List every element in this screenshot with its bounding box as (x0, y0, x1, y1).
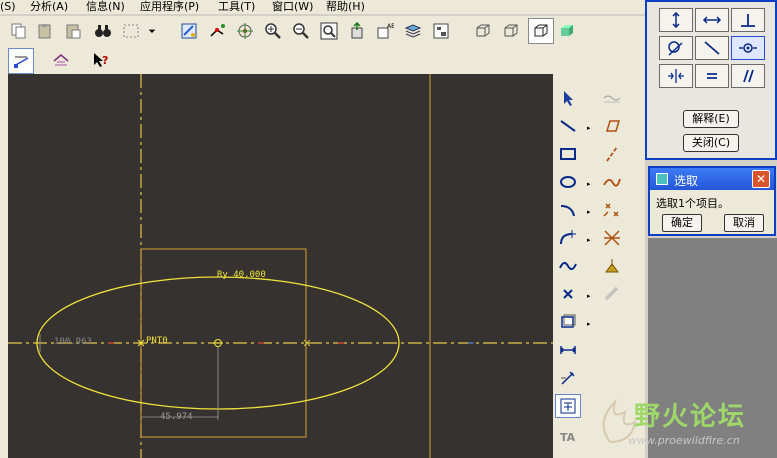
watermark: 野火论坛 www.proewildfire.cn (590, 392, 777, 458)
main-toolbar: AB (0, 16, 645, 46)
palette-icon[interactable] (599, 254, 625, 278)
select-dialog: 选取 ✕ 选取1个项目。 确定 取消 (648, 166, 776, 236)
binoculars-icon[interactable] (92, 20, 114, 42)
zoom-in-icon[interactable] (262, 20, 284, 42)
midpoint-constraint-button[interactable] (695, 36, 729, 60)
trim-icon[interactable] (599, 198, 625, 222)
modify-icon[interactable] (555, 366, 581, 390)
menu-analysis[interactable]: 分析(A) (30, 0, 68, 14)
explain-button[interactable]: 解释(E) (683, 110, 739, 128)
no-hidden-icon[interactable] (528, 18, 554, 44)
sketch-canvas[interactable]: Ry 40.000 100.963 PNT0 45.974 (8, 74, 553, 458)
regenerate-icon[interactable] (178, 20, 200, 42)
point-icon[interactable] (555, 282, 581, 306)
constraints-panel: 解释(E) 关闭(C) (645, 0, 777, 160)
parallelogram-icon[interactable] (599, 114, 625, 138)
sketch-relations-icon[interactable] (206, 20, 228, 42)
close-button[interactable]: 关闭(C) (683, 134, 739, 152)
vertical-constraint-button[interactable] (659, 8, 693, 32)
shading-icon[interactable] (556, 20, 578, 42)
menu-info[interactable]: 信息(N) (86, 0, 125, 14)
symmetric-constraint-button[interactable] (659, 64, 693, 88)
arc-flyout-arrow[interactable]: ▸ (587, 208, 593, 216)
spline-icon[interactable] (555, 254, 581, 278)
dim-bottom[interactable]: 45.974 (160, 412, 193, 422)
model-tree-icon[interactable] (430, 20, 452, 42)
watermark-url: www.proewildfire.cn (628, 434, 740, 447)
select-box-icon[interactable] (120, 20, 142, 42)
sketch-drawing (8, 74, 553, 458)
constraint-icon[interactable] (555, 394, 581, 418)
arc-icon[interactable] (555, 198, 581, 222)
zoom-out-icon[interactable] (290, 20, 312, 42)
copy-icon[interactable] (8, 20, 30, 42)
paste-special-icon[interactable] (62, 20, 84, 42)
line-flyout-arrow[interactable]: ▸ (587, 124, 593, 132)
dropdown-icon[interactable] (146, 20, 158, 42)
menu-window[interactable]: 窗口(W) (272, 0, 313, 14)
text-icon[interactable]: TA (555, 424, 581, 448)
select-arrow-icon[interactable] (555, 86, 581, 110)
ellipse-flyout-arrow[interactable]: ▸ (587, 180, 593, 188)
cancel-button[interactable]: 取消 (724, 214, 764, 232)
centerline-icon[interactable] (599, 86, 625, 110)
select-dialog-titlebar[interactable]: 选取 ✕ (650, 168, 774, 190)
layers-icon[interactable] (402, 20, 424, 42)
paste-icon[interactable] (34, 20, 56, 42)
refit-icon[interactable] (318, 20, 340, 42)
ok-button[interactable]: 确定 (662, 214, 702, 232)
hidden-line-icon[interactable] (500, 20, 522, 42)
point-flyout-arrow[interactable]: ▸ (587, 292, 593, 300)
use-edge-flyout-arrow[interactable]: ▸ (587, 320, 593, 328)
select-message: 选取1个项目。 (656, 197, 729, 210)
spin-center-icon[interactable] (234, 20, 256, 42)
dim-left[interactable]: 100.963 (54, 337, 92, 347)
dialog-icon (656, 173, 668, 185)
menu-help[interactable]: 帮助(H) (326, 0, 365, 14)
watermark-title: 野火论坛 (634, 402, 747, 432)
svg-text:?: ? (102, 54, 108, 67)
point-label: PNT0 (146, 336, 168, 346)
display-toggle-icon[interactable] (50, 49, 72, 71)
dashed-line-icon[interactable] (599, 142, 625, 166)
rectangle-icon[interactable] (555, 142, 581, 166)
use-edge-icon[interactable] (555, 310, 581, 334)
tangent-constraint-button[interactable] (659, 36, 693, 60)
menu-bar: (S) 分析(A) 信息(N) 应用程序(P) 工具(T) 窗口(W) 帮助(H… (0, 0, 645, 14)
menu-tools[interactable]: 工具(T) (218, 0, 255, 14)
fillet-flyout-arrow[interactable]: ▸ (587, 236, 593, 244)
left-border (0, 74, 8, 458)
svg-text:TA: TA (560, 431, 576, 444)
close-x-icon[interactable]: ✕ (752, 170, 770, 188)
menu-applications[interactable]: 应用程序(P) (140, 0, 199, 14)
ellipse-icon[interactable] (555, 170, 581, 194)
wireframe-icon[interactable] (472, 20, 494, 42)
dimension-icon[interactable] (555, 338, 581, 362)
curve-icon[interactable] (599, 170, 625, 194)
help-context-icon[interactable]: ? (90, 49, 112, 71)
coincident-constraint-button[interactable] (731, 36, 765, 60)
horizontal-constraint-button[interactable] (695, 8, 729, 32)
svg-text:AB: AB (387, 23, 394, 30)
fillet-icon[interactable] (555, 226, 581, 250)
line-icon[interactable] (555, 114, 581, 138)
dim-ry[interactable]: Ry 40.000 (217, 270, 266, 280)
select-dialog-title: 选取 (674, 174, 699, 188)
menu-edit[interactable]: (S) (0, 0, 16, 14)
mirror-icon[interactable] (599, 282, 625, 306)
reorient-icon[interactable] (346, 20, 368, 42)
divide-icon[interactable] (599, 226, 625, 250)
perpendicular-constraint-button[interactable] (731, 8, 765, 32)
secondary-toolbar: ? (0, 46, 645, 74)
equal-constraint-button[interactable] (695, 64, 729, 88)
sketch-view-icon[interactable] (8, 48, 34, 74)
named-view-icon[interactable]: AB (374, 20, 396, 42)
parallel-constraint-button[interactable] (731, 64, 765, 88)
